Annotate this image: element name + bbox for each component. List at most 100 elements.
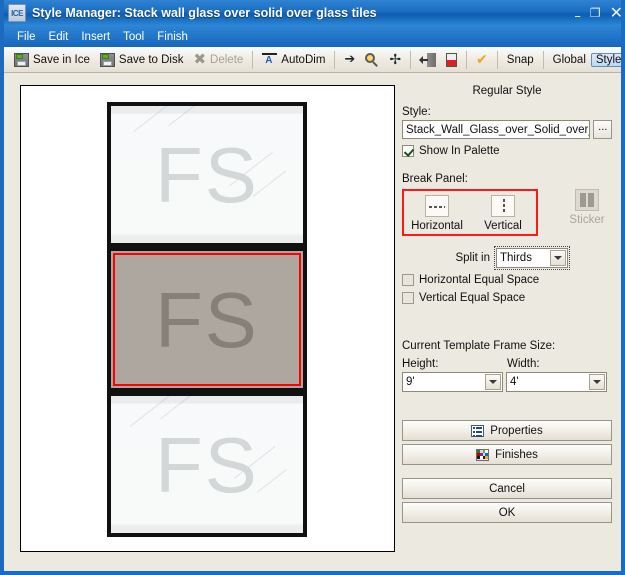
floppy-disk-icon [14, 52, 29, 67]
height-value: 9' [406, 376, 415, 388]
chevron-down-icon[interactable] [485, 374, 501, 390]
properties-label: Properties [490, 424, 543, 437]
list-properties-icon [471, 424, 485, 437]
break-vertical-button[interactable]: Vertical [470, 195, 536, 232]
app-icon: ICE [8, 4, 26, 22]
wall-panel-bottom[interactable]: FS [107, 392, 307, 537]
panel-fill-glass: FS [111, 106, 303, 243]
split-in-value: Thirds [500, 252, 532, 264]
show-in-palette-checkbox[interactable] [402, 145, 414, 157]
width-dropdown[interactable]: 4' [506, 372, 607, 392]
color-palette-icon [476, 448, 490, 461]
properties-button[interactable]: Properties [402, 420, 612, 441]
zoom-tool-button[interactable] [360, 49, 384, 71]
split-in-row: Split in Thirds [402, 246, 612, 270]
break-vertical-label: Vertical [484, 220, 522, 232]
height-label: Height: [402, 358, 439, 370]
ok-label: OK [498, 506, 516, 519]
menu-item-insert[interactable]: Insert [75, 29, 117, 45]
panel-label: FS [155, 420, 259, 509]
width-label: Width: [507, 358, 540, 370]
toolbar-divider [334, 50, 336, 69]
pan-tool-button[interactable]: ✢ [384, 49, 406, 71]
finishes-button[interactable]: Finishes [402, 444, 612, 465]
show-in-palette-label: Show In Palette [419, 145, 500, 157]
wall-panel-middle-selected[interactable]: FS [107, 247, 307, 392]
toolbar: Save in Ice Save to Disk ✖ Delete A Auto… [4, 47, 621, 73]
checkmark-icon: ✔ [476, 51, 488, 68]
window-title: Style Manager: Stack wall glass over sol… [32, 6, 377, 20]
minimize-icon[interactable]: – [574, 10, 581, 23]
horizontal-equal-space-row[interactable]: Horizontal Equal Space [402, 274, 612, 286]
menu-item-file[interactable]: File [11, 29, 43, 45]
chevron-down-icon[interactable] [589, 374, 605, 390]
ok-button[interactable]: OK [402, 502, 612, 523]
maximize-icon[interactable]: ❐ [590, 7, 601, 19]
style-browse-button[interactable]: ... [593, 120, 612, 139]
cancel-label: Cancel [489, 482, 525, 495]
sticker-label: Sticker [569, 214, 605, 226]
push-tool-button[interactable] [415, 49, 441, 71]
sidebar-heading: Regular Style [472, 85, 542, 97]
delete-button: ✖ Delete [188, 49, 248, 71]
break-horizontal-button[interactable]: Horizontal [404, 195, 470, 232]
height-width-labels: Height: Width: [402, 358, 612, 370]
global-toggle[interactable]: Global [548, 53, 591, 67]
move-arrows-icon: ✢ [389, 51, 402, 68]
paint-fill-icon [446, 52, 458, 67]
save-to-disk-button[interactable]: Save to Disk [95, 49, 189, 71]
vertical-equal-space-label: Vertical Equal Space [419, 292, 526, 304]
horizontal-equal-space-checkbox[interactable] [402, 274, 414, 286]
style-label: Style: [402, 106, 431, 118]
panel-label: FS [155, 275, 259, 364]
width-value: 4' [510, 376, 519, 388]
vertical-equal-space-row[interactable]: Vertical Equal Space [402, 292, 612, 304]
snap-toggle[interactable]: Snap [502, 53, 539, 67]
toolbar-divider [466, 50, 468, 69]
style-manager-window: ICE Style Manager: Stack wall glass over… [0, 0, 625, 575]
wall-panel-top[interactable]: FS [107, 102, 307, 247]
delete-label: Delete [210, 53, 244, 66]
split-in-dropdown[interactable]: Thirds [494, 246, 570, 270]
horizontal-equal-space-label: Horizontal Equal Space [419, 274, 540, 286]
style-input[interactable]: Stack_Wall_Glass_over_Solid_over_G [402, 120, 591, 139]
x-cross-icon: ✖ [193, 50, 207, 68]
magnifier-icon [365, 52, 379, 67]
panel-fill-glass: FS [111, 396, 303, 533]
panel-label: FS [155, 130, 259, 219]
break-panel-highlight-box: Horizontal Vertical [402, 189, 538, 236]
properties-sidebar: Regular Style Style: Stack_Wall_Glass_ov… [402, 85, 612, 526]
sticker-icon [575, 189, 599, 211]
toolbar-divider [496, 50, 498, 69]
close-icon[interactable]: ✕ [610, 5, 621, 21]
fill-tool-button[interactable] [441, 49, 462, 71]
floppy-disk-icon [99, 52, 115, 67]
title-bar: ICE Style Manager: Stack wall glass over… [4, 0, 621, 26]
save-in-ice-button[interactable]: Save in Ice [9, 49, 95, 71]
panel-stack: FS FS FS [107, 102, 307, 537]
vertical-equal-space-checkbox[interactable] [402, 292, 414, 304]
apply-check-button[interactable]: ✔ [471, 49, 493, 71]
preview-canvas[interactable]: FS FS FS [20, 85, 395, 552]
menu-item-edit[interactable]: Edit [43, 29, 76, 45]
break-panel-group: Horizontal Vertical Sticker [402, 189, 612, 236]
menu-item-finish[interactable]: Finish [151, 29, 195, 45]
menu-bar: File Edit Insert Tool Finish [4, 26, 621, 47]
split-in-label: Split in [455, 252, 490, 264]
chevron-down-icon[interactable] [550, 250, 566, 266]
cancel-button[interactable]: Cancel [402, 478, 612, 499]
frame-size-label: Current Template Frame Size: [402, 340, 556, 352]
select-tool-button[interactable]: ➔ [339, 49, 360, 71]
autodim-icon: A [262, 52, 278, 67]
break-horizontal-label: Horizontal [411, 220, 463, 232]
height-dropdown[interactable]: 9' [402, 372, 503, 392]
style-toggle[interactable]: Style [590, 52, 621, 67]
menu-item-tool[interactable]: Tool [117, 29, 151, 45]
save-to-disk-label: Save to Disk [118, 53, 184, 66]
toolbar-divider [252, 50, 254, 69]
show-in-palette-row[interactable]: Show In Palette [402, 145, 612, 157]
style-field-row: Stack_Wall_Glass_over_Solid_over_G ... [402, 120, 612, 139]
toolbar-divider [542, 50, 544, 69]
autodim-button[interactable]: A AutoDim [257, 49, 330, 71]
save-in-ice-label: Save in Ice [33, 53, 90, 66]
